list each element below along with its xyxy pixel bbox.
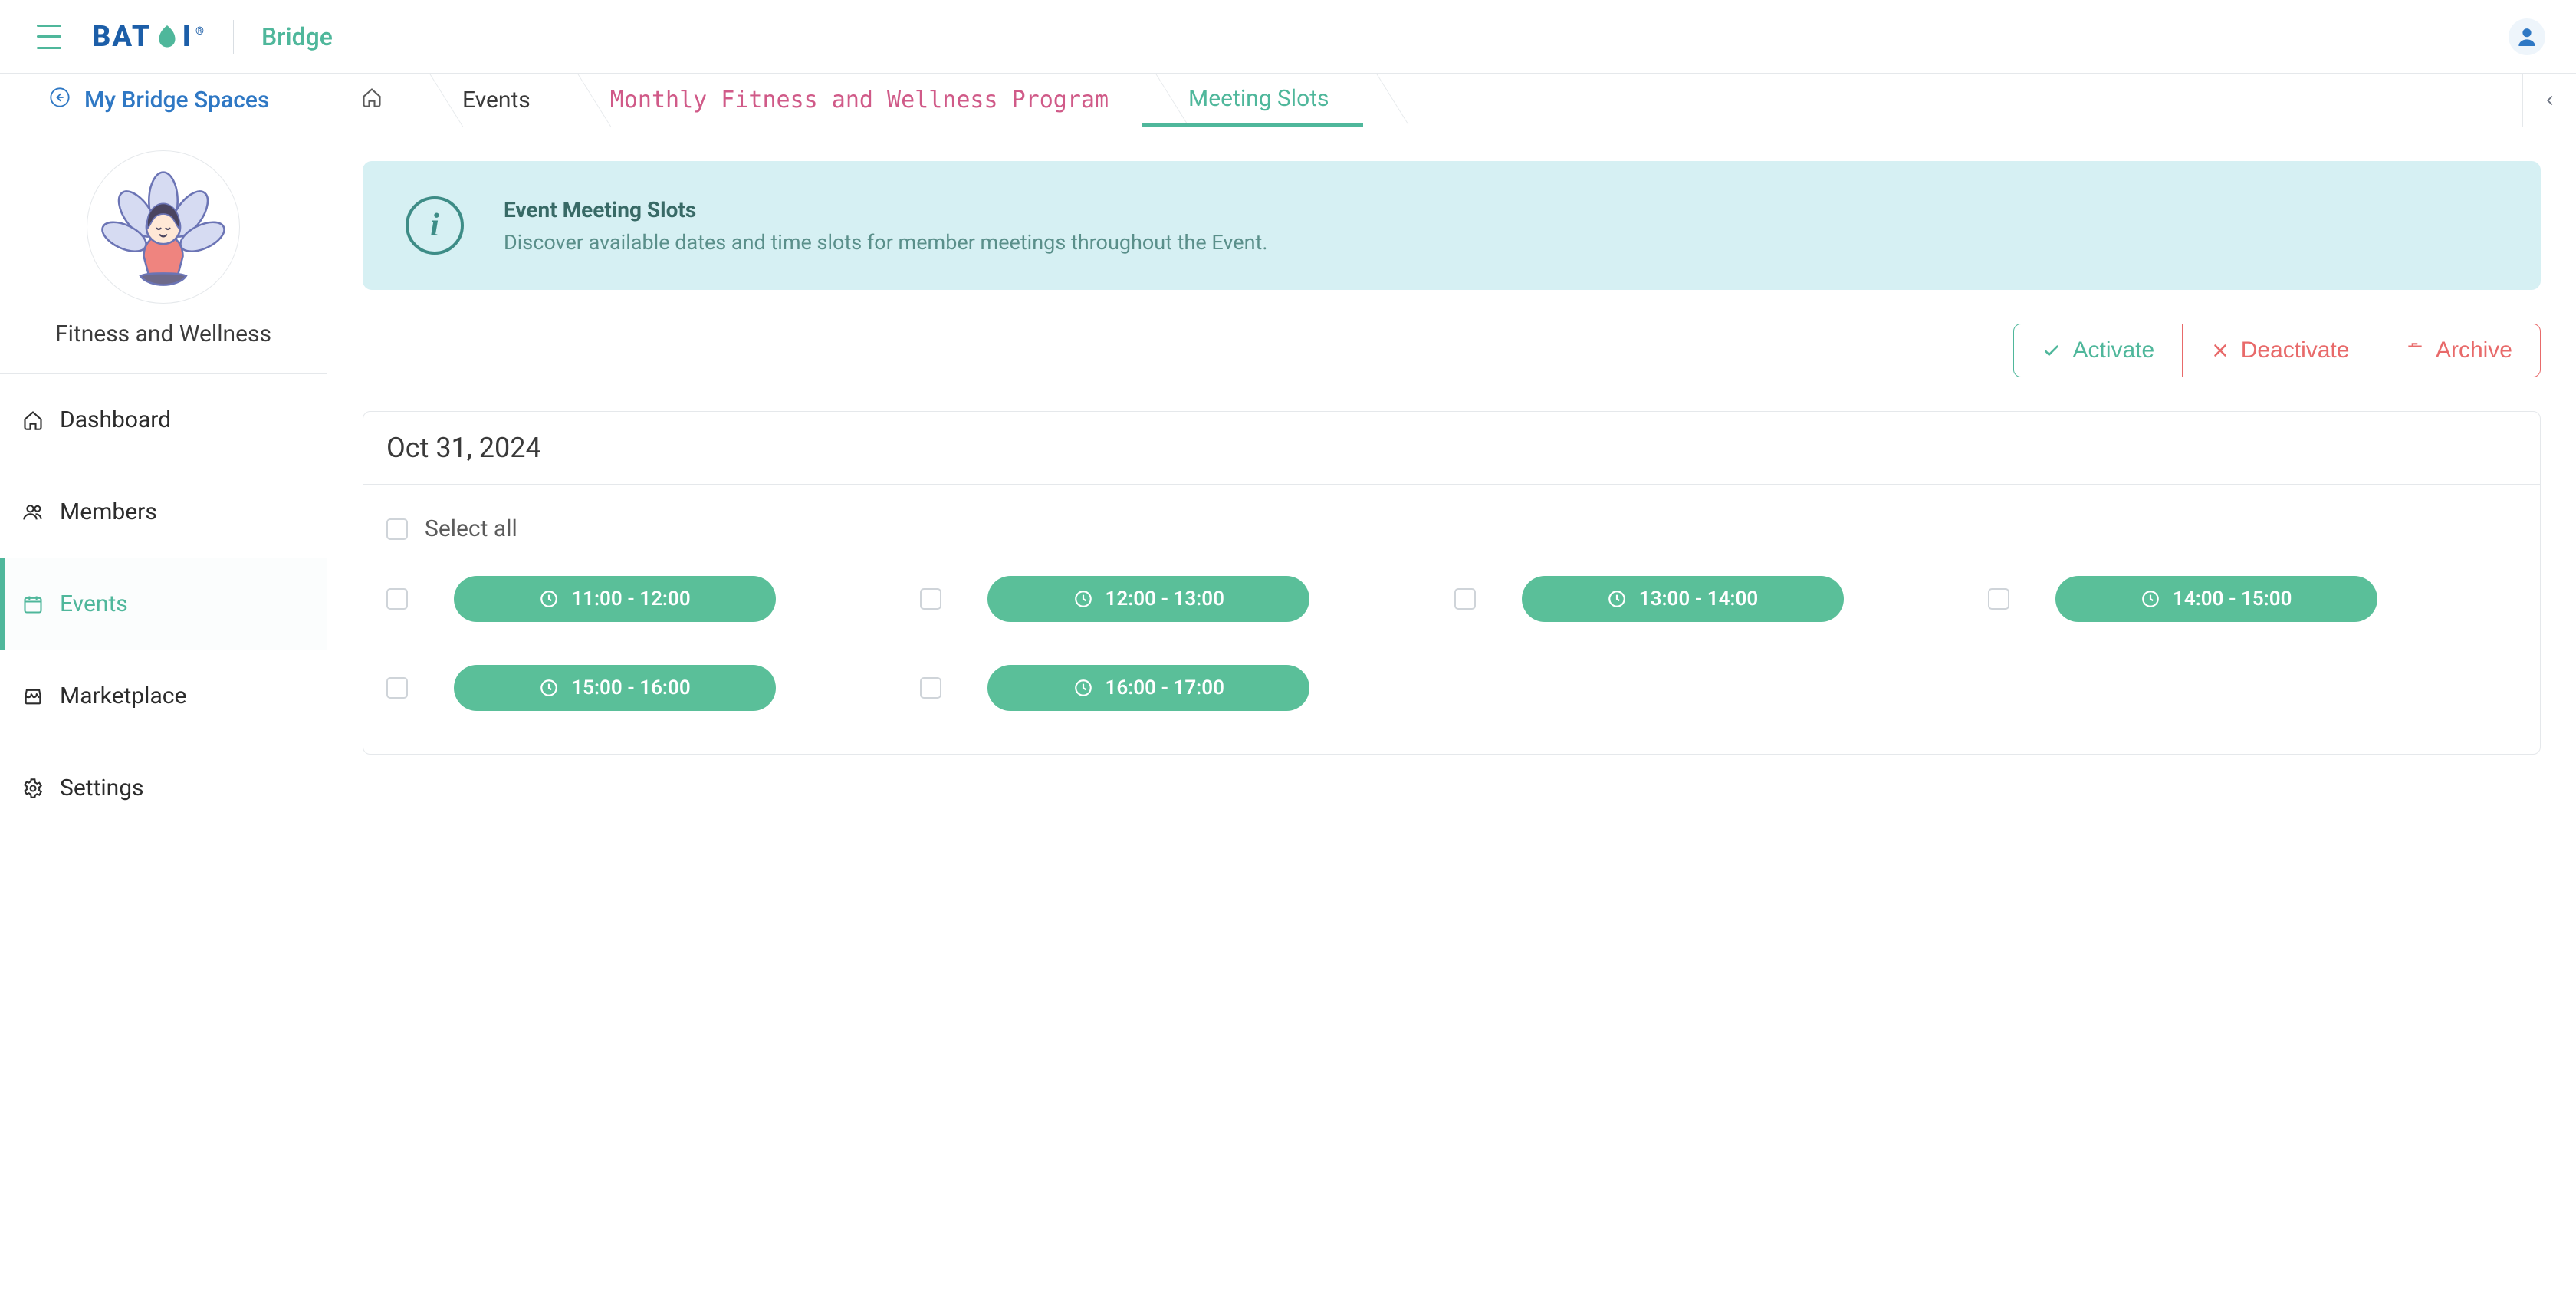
home-icon <box>21 409 44 432</box>
user-avatar-button[interactable] <box>2509 18 2545 55</box>
slot-cell: 13:00 - 14:00 <box>1454 576 1983 622</box>
banner-title: Event Meeting Slots <box>504 197 1267 222</box>
nav-label: Dashboard <box>60 406 171 433</box>
nav-marketplace[interactable]: Marketplace <box>0 650 327 742</box>
leaf-icon <box>153 23 181 51</box>
registered-icon: ® <box>196 25 205 38</box>
crumb-label: Events <box>462 87 531 114</box>
space-name: Fitness and Wellness <box>55 321 271 347</box>
slot-checkbox[interactable] <box>386 588 408 610</box>
breadcrumb-current: Meeting Slots <box>1142 74 1363 127</box>
nav-members[interactable]: Members <box>0 466 327 558</box>
home-icon <box>361 87 383 114</box>
brand-logo[interactable]: BAT I ® <box>92 20 205 54</box>
users-icon <box>21 501 44 524</box>
close-icon <box>2210 341 2230 360</box>
crumb-label: Monthly Fitness and Wellness Program <box>610 87 1109 114</box>
clock-icon <box>2141 589 2160 609</box>
nav-settings[interactable]: Settings <box>0 742 327 834</box>
slot-pill[interactable]: 11:00 - 12:00 <box>454 576 776 622</box>
nav-events[interactable]: Events <box>0 558 327 650</box>
date-card: Oct 31, 2024 Select all 11:00 - 12:00 12:… <box>363 411 2541 755</box>
slot-label: 11:00 - 12:00 <box>571 587 690 610</box>
breadcrumb: Events Monthly Fitness and Wellness Prog… <box>327 74 2576 127</box>
select-all-label: Select all <box>425 515 518 542</box>
archive-button[interactable]: Archive <box>2377 324 2541 377</box>
slot-checkbox[interactable] <box>1454 588 1476 610</box>
slot-cell: 14:00 - 15:00 <box>1988 576 2517 622</box>
slot-checkbox[interactable] <box>920 588 941 610</box>
page-body: i Event Meeting Slots Discover available… <box>327 127 2576 755</box>
back-to-spaces-link[interactable]: My Bridge Spaces <box>0 74 327 127</box>
breadcrumb-collapse-button[interactable] <box>2522 74 2576 127</box>
select-all-row[interactable]: Select all <box>386 515 2517 542</box>
slot-label: 15:00 - 16:00 <box>571 676 690 699</box>
store-icon <box>21 685 44 708</box>
nav-label: Marketplace <box>60 683 186 709</box>
space-avatar[interactable] <box>87 150 240 304</box>
back-link-label: My Bridge Spaces <box>84 87 269 114</box>
menu-icon[interactable] <box>37 25 61 49</box>
banner-desc: Discover available dates and time slots … <box>504 230 1267 255</box>
crumb-label: Meeting Slots <box>1188 85 1329 112</box>
divider <box>233 20 234 54</box>
nav-dashboard[interactable]: Dashboard <box>0 374 327 466</box>
clock-icon <box>539 678 559 698</box>
btn-label: Archive <box>2436 337 2512 364</box>
clock-icon <box>1073 589 1093 609</box>
breadcrumb-program[interactable]: Monthly Fitness and Wellness Program <box>564 74 1142 127</box>
slot-cell: 16:00 - 17:00 <box>920 665 1449 711</box>
logo-text-1: BAT <box>92 20 152 54</box>
info-banner: i Event Meeting Slots Discover available… <box>363 161 2541 290</box>
app-name[interactable]: Bridge <box>261 22 333 51</box>
nav-label: Settings <box>60 775 144 801</box>
clock-icon <box>1073 678 1093 698</box>
btn-label: Activate <box>2072 337 2154 364</box>
gear-icon <box>21 777 44 800</box>
info-icon: i <box>406 196 464 255</box>
slot-label: 14:00 - 15:00 <box>2173 587 2292 610</box>
slot-label: 16:00 - 17:00 <box>1106 676 1224 699</box>
deactivate-button[interactable]: Deactivate <box>2182 324 2378 377</box>
trash-icon <box>2405 341 2425 360</box>
check-icon <box>2042 341 2062 360</box>
slot-checkbox[interactable] <box>386 677 408 699</box>
slot-label: 13:00 - 14:00 <box>1639 587 1758 610</box>
logo-text-2: I <box>182 20 192 54</box>
slot-cell: 15:00 - 16:00 <box>386 665 915 711</box>
slot-pill[interactable]: 13:00 - 14:00 <box>1522 576 1844 622</box>
nav-label: Members <box>60 498 157 525</box>
breadcrumb-home[interactable] <box>327 74 416 127</box>
nav-label: Events <box>60 591 128 617</box>
slot-pill[interactable]: 16:00 - 17:00 <box>987 665 1309 711</box>
clock-icon <box>1607 589 1627 609</box>
space-header: Fitness and Wellness <box>0 127 327 374</box>
slot-checkbox[interactable] <box>1988 588 2009 610</box>
slot-checkbox[interactable] <box>920 677 941 699</box>
back-arrow-icon <box>49 87 71 114</box>
slot-pill[interactable]: 14:00 - 15:00 <box>2055 576 2377 622</box>
actions-row: Activate Deactivate Archive <box>363 324 2541 377</box>
breadcrumb-events[interactable]: Events <box>416 74 564 127</box>
top-bar: BAT I ® Bridge <box>0 0 2576 74</box>
clock-icon <box>539 589 559 609</box>
btn-label: Deactivate <box>2241 337 2350 364</box>
slot-cell: 11:00 - 12:00 <box>386 576 915 622</box>
slots-grid: 11:00 - 12:00 12:00 - 13:00 13:00 - 14:00 1… <box>386 576 2517 711</box>
calendar-icon <box>21 593 44 616</box>
slot-pill[interactable]: 12:00 - 13:00 <box>987 576 1309 622</box>
activate-button[interactable]: Activate <box>2013 324 2183 377</box>
slot-label: 12:00 - 13:00 <box>1106 587 1224 610</box>
sidebar: My Bridge Spaces <box>0 74 327 1293</box>
slot-pill[interactable]: 15:00 - 16:00 <box>454 665 776 711</box>
select-all-checkbox[interactable] <box>386 518 408 540</box>
slot-cell: 12:00 - 13:00 <box>920 576 1449 622</box>
card-date-header: Oct 31, 2024 <box>363 412 2540 485</box>
